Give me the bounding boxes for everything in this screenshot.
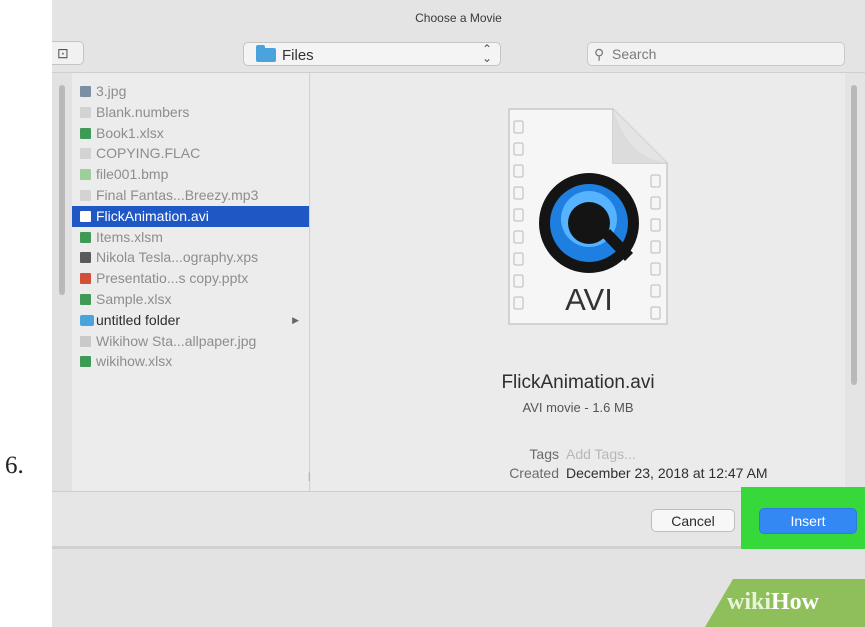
location-popup[interactable]: Files ⌃ ⌄ (243, 42, 501, 66)
excel-macro-file-icon (80, 231, 91, 243)
image-file-icon (80, 86, 91, 97)
wikihow-logo: wikiHow (727, 589, 819, 616)
created-value: December 23, 2018 at 12:47 AM (566, 465, 768, 481)
file-name: 3.jpg (96, 83, 127, 99)
file-name: Blank.numbers (96, 103, 190, 120)
file-column: 3.jpg Blank.numbers Book1.xlsx COPYING.FLAC… (72, 73, 313, 491)
xps-file-icon (80, 252, 91, 264)
file-item[interactable]: Book1.xlsx (72, 123, 309, 144)
blank-document-icon (80, 106, 91, 118)
file-item[interactable]: COPYING.FLAC (72, 143, 309, 164)
sidebar-scroll-thumb[interactable] (59, 85, 65, 295)
logo-part-2: How (771, 589, 820, 615)
cancel-button[interactable]: Cancel (651, 509, 735, 532)
add-tags-field[interactable]: Add Tags... (566, 446, 636, 462)
avi-icon-text: AVI (565, 282, 613, 317)
created-value-cell: December 23, 2018 at 12:47 AM (566, 465, 836, 483)
file-name: untitled folder (96, 311, 181, 328)
file-item[interactable]: Sample.xlsx (72, 289, 309, 310)
audio-file-icon (80, 189, 91, 201)
file-item[interactable]: Blank.numbers (72, 102, 309, 123)
file-name: Presentatio...s copy.pptx (96, 270, 249, 287)
preview-kind: AVI movie - 1.6 MB (522, 400, 634, 415)
file-name: Wikihow Sta...allpaper.jpg (96, 332, 257, 349)
file-item[interactable]: file001.bmp (72, 164, 309, 185)
excel-file-icon (80, 127, 91, 139)
file-name: file001.bmp (96, 166, 169, 183)
new-folder-button[interactable]: ⊡ (52, 41, 84, 65)
folder-icon (80, 314, 94, 326)
file-name: wikihow.xlsx (96, 353, 173, 370)
tags-value-cell[interactable]: Add Tags... (566, 446, 766, 464)
file-list: 3.jpg Blank.numbers Book1.xlsx COPYING.FLAC… (72, 73, 309, 372)
disclosure-triangle-icon: ▶ (292, 314, 299, 325)
file-name: Sample.xlsx (96, 290, 172, 307)
logo-part-1: wiki (727, 589, 772, 615)
created-label: Created (509, 465, 559, 481)
excel-file-icon (80, 293, 91, 305)
search-field[interactable]: ⚲ (587, 42, 845, 66)
search-icon: ⚲ (594, 46, 605, 62)
excel-file-icon (80, 356, 91, 368)
file-name: Items.xlsm (96, 228, 163, 245)
file-dialog-screenshot: Choose a Movie ⊡ Files ⌃⌄ ⚲ 3.jpg Blank.n… (52, 0, 865, 627)
avi-icon-label: AVI (565, 282, 613, 317)
created-label-cell: Created (499, 465, 559, 483)
file-name: Nikola Tesla...ography.xps (96, 249, 259, 266)
image-file-icon (80, 169, 91, 181)
new-folder-icon: ⊡ (57, 45, 69, 61)
file-item[interactable]: wikihow.xlsx (72, 351, 309, 372)
preview-filename: FlickAnimation.avi (501, 372, 655, 393)
window-title: Choose a Movie (415, 11, 502, 25)
chevron-updown-icon: ⌃ ⌄ (481, 42, 492, 65)
blank-document-icon (80, 148, 91, 160)
file-item[interactable]: Presentatio...s copy.pptx (72, 268, 309, 289)
file-item[interactable]: 3.jpg (72, 81, 309, 102)
sidebar-scrollbar[interactable] (52, 73, 72, 491)
file-name: Book1.xlsx (96, 124, 164, 141)
preview-scroll-thumb[interactable] (851, 85, 857, 385)
powerpoint-file-icon (80, 273, 91, 285)
tags-label: Tags (529, 446, 559, 462)
movie-file-icon (80, 210, 91, 222)
title-bar: Choose a Movie (52, 0, 865, 37)
file-item[interactable]: FlickAnimation.avi (72, 205, 309, 227)
step-number: 6. (5, 452, 24, 479)
toolbar: ⊡ Files ⌃ ⌄ ⚲ (52, 37, 865, 73)
preview-scrollbar[interactable] (845, 73, 865, 491)
location-label: Files (282, 47, 314, 64)
image-file-icon (80, 335, 91, 347)
file-item[interactable]: Items.xlsm (72, 227, 309, 248)
file-item[interactable]: Nikola Tesla...ography.xps (72, 247, 309, 268)
file-name: Final Fantas...Breezy.mp3 (96, 186, 259, 203)
folder-item[interactable]: untitled folder ▶ (72, 310, 309, 331)
file-name: FlickAnimation.avi (96, 207, 209, 224)
insert-button[interactable]: Insert (759, 508, 857, 534)
tags-label-cell: Tags (499, 446, 559, 464)
file-item[interactable]: Final Fantas...Breezy.mp3 (72, 185, 309, 206)
file-name: COPYING.FLAC (96, 145, 201, 162)
folder-icon (256, 45, 276, 62)
search-input[interactable] (612, 45, 832, 63)
file-item[interactable]: Wikihow Sta...allpaper.jpg (72, 331, 309, 352)
